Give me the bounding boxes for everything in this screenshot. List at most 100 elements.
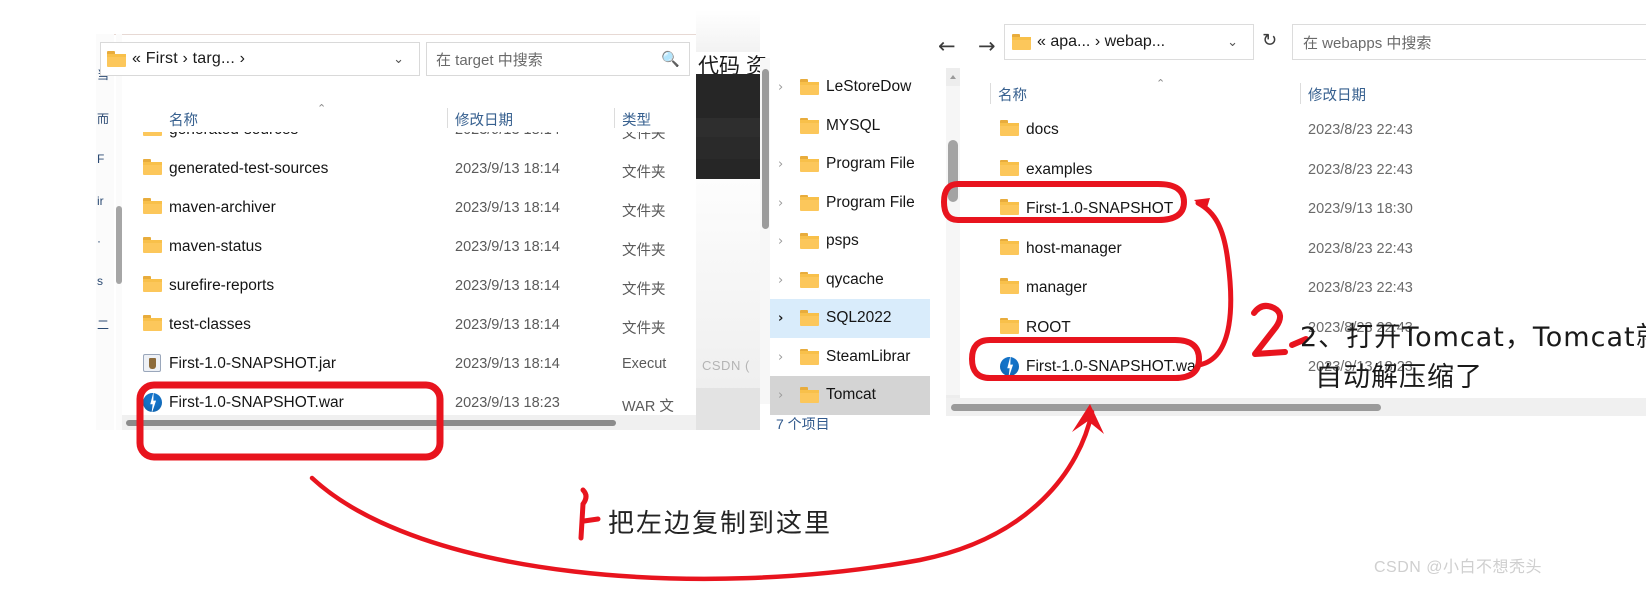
tree-item[interactable]: MYSQL xyxy=(770,107,930,146)
file-date: 2023/8/23 22:43 xyxy=(1308,280,1413,296)
folder-icon xyxy=(1000,159,1019,176)
folder-icon xyxy=(143,198,162,214)
chevron-down-icon[interactable]: ⌄ xyxy=(384,51,413,67)
chevron-right-icon[interactable]: › xyxy=(778,273,783,288)
table-row[interactable]: generated-test-sources 2023/9/13 18:14 文… xyxy=(122,150,696,189)
tree-item-sql2022[interactable]: › SQL2022 xyxy=(770,299,930,338)
tree-item[interactable]: › Program File xyxy=(770,184,930,223)
chevron-right-icon[interactable]: › xyxy=(778,196,783,211)
column-header-date[interactable]: 修改日期 xyxy=(1308,84,1366,105)
table-row[interactable]: First-1.0-SNAPSHOT.war 2023/9/13 18:23 W… xyxy=(122,384,696,415)
scrollbar-thumb[interactable] xyxy=(951,404,1381,411)
sidebar-fragment: 二 xyxy=(97,318,110,332)
scroll-up-button[interactable] xyxy=(946,68,960,86)
table-row[interactable]: First-1.0-SNAPSHOT.jar 2023/9/13 18:14 E… xyxy=(122,345,696,384)
chevron-right-icon[interactable]: › xyxy=(778,311,783,326)
chevron-right-icon[interactable]: › xyxy=(778,388,783,403)
table-row[interactable]: maven-archiver 2023/9/13 18:14 文件夹 xyxy=(122,189,696,228)
tree-item[interactable]: › LeStoreDow xyxy=(770,68,930,107)
tree-item[interactable]: › qycache xyxy=(770,261,930,300)
item-count-label: 7 个项目 xyxy=(776,416,830,430)
chevron-right-icon[interactable]: › xyxy=(778,350,783,365)
right-address-bar[interactable]: « apa... › webap... ⌄ xyxy=(1004,24,1254,60)
annotation-step2-line1: 2、打开Tomcat，Tomcat就 xyxy=(1300,322,1646,353)
left-explorer-window: 当 而 F ir · s 二 « First › targ... › ⌄ ↻ 在… xyxy=(96,10,696,430)
war-file-icon xyxy=(1000,357,1019,376)
tree-item[interactable]: › psps xyxy=(770,222,930,261)
file-type: 文件夹 xyxy=(622,204,666,220)
table-row[interactable]: manager 2023/8/23 22:43 xyxy=(966,268,1646,308)
tree-item[interactable]: › Program File xyxy=(770,145,930,184)
folder-icon xyxy=(1000,238,1019,255)
scrollbar-thumb[interactable] xyxy=(762,69,769,229)
file-name: surefire-reports xyxy=(169,277,275,294)
tree-item[interactable]: › SteamLibrar xyxy=(770,338,930,377)
tree-item-label: LeStoreDow xyxy=(826,78,912,95)
chevron-down-icon[interactable]: ⌄ xyxy=(1219,34,1246,50)
left-horizontal-scrollbar[interactable] xyxy=(122,415,696,430)
left-column-header: 名称 ⌃ 修改日期 类型 xyxy=(122,103,696,132)
tree-item-label: Program File xyxy=(826,155,915,172)
file-date: 2023/8/23 22:43 xyxy=(1308,161,1413,178)
chevron-right-icon[interactable]: › xyxy=(778,80,783,95)
refresh-icon[interactable]: ↻ xyxy=(1262,30,1277,51)
file-name: First-1.0-SNAPSHOT.war xyxy=(1026,358,1201,375)
right-search-box[interactable]: 在 webapps 中搜索 xyxy=(1292,24,1646,60)
folder-icon xyxy=(143,237,162,253)
folder-icon xyxy=(800,271,819,288)
file-name: maven-archiver xyxy=(169,199,276,216)
step-1-marker-tick xyxy=(581,516,601,524)
left-address-bar[interactable]: « First › targ... › ⌄ xyxy=(100,42,420,76)
table-row[interactable]: examples 2023/8/23 22:43 xyxy=(966,150,1646,190)
left-search-box[interactable]: 在 target 中搜索 🔍 xyxy=(426,42,690,76)
folder-icon xyxy=(1000,317,1019,334)
csdn-watermark: CSDN @小白不想秃头 xyxy=(1374,559,1543,576)
file-name: First-1.0-SNAPSHOT xyxy=(1026,200,1174,217)
file-date: 2023/9/13 18:14 xyxy=(455,239,560,255)
file-date: 2023/8/23 22:43 xyxy=(1308,122,1413,138)
tree-item-label: Program File xyxy=(826,193,915,211)
column-header-date[interactable]: 修改日期 xyxy=(455,109,513,130)
file-name: ROOT xyxy=(1026,318,1071,336)
file-date: 2023/9/13 18:14 xyxy=(455,200,560,216)
file-type: 文件夹 xyxy=(622,243,666,259)
back-button[interactable]: ← xyxy=(938,34,956,58)
file-name: maven-status xyxy=(169,238,263,255)
scrollbar-thumb[interactable] xyxy=(948,140,958,202)
right-explorer-window: ← → ⌄ ↑ « apa... › webap... ⌄ ↻ 在 webapp… xyxy=(930,10,1646,430)
folder-icon xyxy=(800,156,819,172)
folder-icon xyxy=(1012,34,1031,50)
breadcrumb: « First › targ... › xyxy=(132,50,246,67)
left-sidebar-sliver[interactable]: 当 而 F ir · s 二 xyxy=(96,34,114,430)
column-header-type[interactable]: 类型 xyxy=(622,109,651,130)
file-name: generated-test-sources xyxy=(169,160,329,177)
scrollbar-thumb[interactable] xyxy=(126,420,616,426)
sidebar-fragment: · xyxy=(97,234,101,248)
file-date: 2023/8/23 22:43 xyxy=(1308,240,1413,257)
copy-arrow-path xyxy=(309,409,1095,582)
sidebar-fragment: F xyxy=(97,152,105,166)
table-row[interactable]: host-manager 2023/8/23 22:43 xyxy=(966,229,1646,269)
table-row-first-snapshot-folder[interactable]: First-1.0-SNAPSHOT 2023/9/13 18:30 xyxy=(966,189,1646,229)
chevron-right-icon[interactable]: › xyxy=(778,234,783,249)
ide-status-bar xyxy=(696,388,760,430)
table-row[interactable]: docs 2023/8/23 22:43 xyxy=(966,110,1646,150)
right-horizontal-scrollbar[interactable] xyxy=(946,398,1646,416)
file-date: 2023/9/13 18:30 xyxy=(1308,201,1413,217)
table-row[interactable]: test-classes 2023/9/13 18:14 文件夹 xyxy=(122,306,696,345)
column-header-name[interactable]: 名称 xyxy=(169,109,198,130)
table-row[interactable]: generated-sources 2023/9/13 18:14 文件夹 xyxy=(122,132,696,150)
right-nav-scrollbar[interactable] xyxy=(946,68,960,413)
annotation-step1-text: 把左边复制到这里 xyxy=(608,509,833,539)
folder-icon xyxy=(1000,278,1019,294)
right-bottom-fill xyxy=(946,416,1646,430)
table-row[interactable]: surefire-reports 2023/9/13 18:14 文件夹 xyxy=(122,267,696,306)
left-file-list: generated-sources 2023/9/13 18:14 文件夹 ge… xyxy=(122,132,696,415)
file-name: First-1.0-SNAPSHOT.war xyxy=(169,394,344,411)
column-header-name[interactable]: 名称 xyxy=(998,84,1027,105)
forward-button[interactable]: → xyxy=(978,34,996,58)
table-row[interactable]: maven-status 2023/9/13 18:14 文件夹 xyxy=(122,228,696,267)
chevron-right-icon[interactable]: › xyxy=(778,157,783,172)
middle-scrollbar[interactable] xyxy=(760,58,770,404)
tree-item-tomcat[interactable]: › Tomcat xyxy=(770,376,930,415)
